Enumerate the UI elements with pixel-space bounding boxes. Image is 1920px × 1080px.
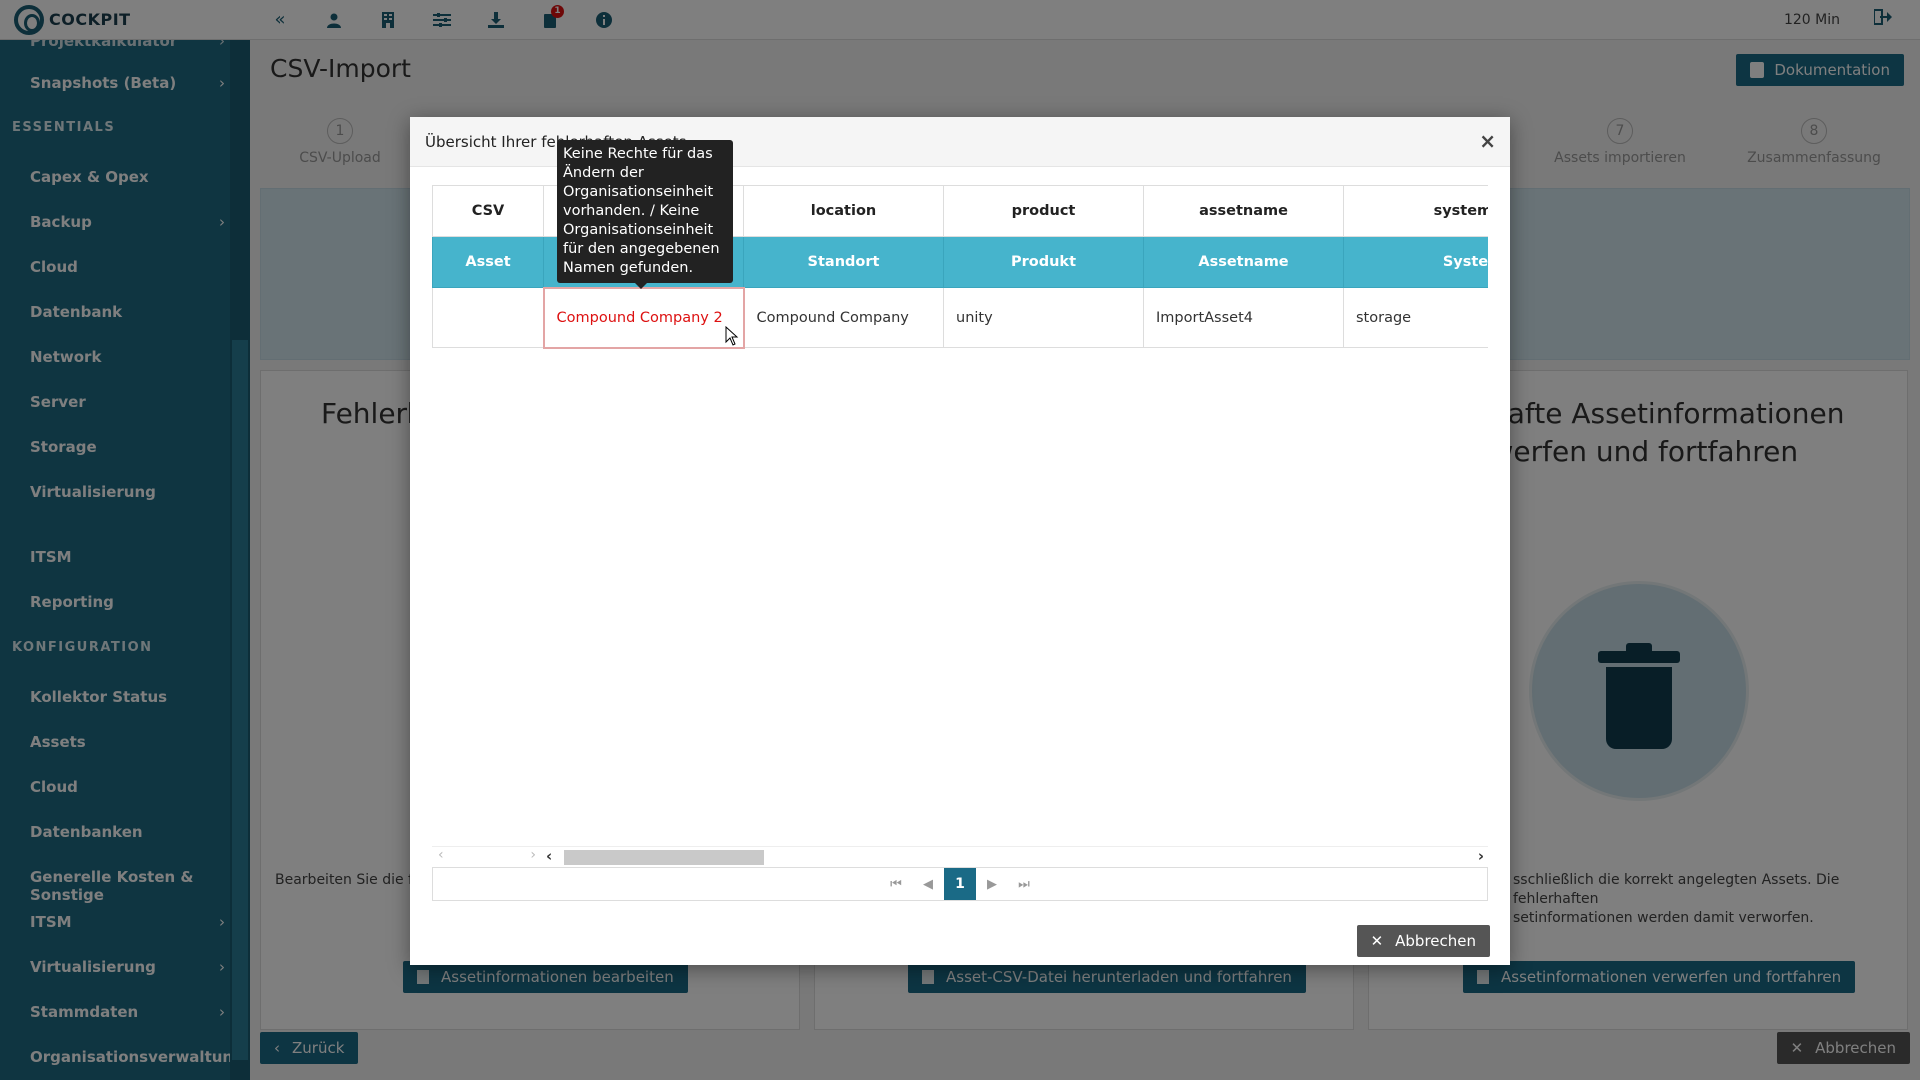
scroll-right-icon[interactable]: ›	[530, 847, 536, 867]
next-page-button[interactable]: ▶	[976, 868, 1008, 900]
column-label: Asset	[432, 236, 544, 288]
table-cell[interactable]: ImportAsset4	[1143, 287, 1344, 348]
scroll-track[interactable]: ‹ ›	[542, 847, 1488, 867]
modal-cancel-button[interactable]: ✕ Abbrechen	[1356, 925, 1490, 957]
error-tooltip: Keine Rechte für das Ändern der Organisa…	[557, 140, 733, 289]
column-header[interactable]: assetname	[1143, 185, 1344, 237]
mouse-cursor-icon	[725, 326, 739, 346]
first-page-button[interactable]: ⏮	[880, 868, 912, 900]
table-row: Compound Company 2 Compound Company unit…	[432, 286, 1488, 349]
frozen-scrollbar[interactable]: ‹ ›	[432, 847, 542, 867]
table-cell[interactable]: unity	[943, 287, 1144, 348]
scroll-thumb[interactable]	[564, 850, 764, 865]
table-cell[interactable]: storage	[1343, 287, 1488, 348]
horizontal-scrollbar[interactable]: ‹ › ‹ ›	[432, 846, 1488, 866]
scroll-left-icon[interactable]: ‹	[438, 847, 444, 867]
column-label: Produkt	[943, 236, 1144, 288]
last-page-button[interactable]: ⏭	[1008, 868, 1040, 900]
table-cell[interactable]	[432, 287, 544, 348]
scroll-right-arrow[interactable]: ›	[1478, 847, 1484, 865]
column-header[interactable]: CSV	[432, 185, 544, 237]
scroll-left-arrow[interactable]: ‹	[546, 847, 552, 865]
column-header[interactable]: location	[743, 185, 944, 237]
prev-page-button[interactable]: ◀	[912, 868, 944, 900]
error-cell[interactable]: Compound Company 2	[542, 286, 745, 349]
pagination: ⏮ ◀ 1 ▶ ⏭	[432, 867, 1488, 901]
column-label: Standort	[743, 236, 944, 288]
column-header[interactable]: systemType	[1343, 185, 1488, 237]
column-label: Assetname	[1143, 236, 1344, 288]
column-label: Systemtyp	[1343, 236, 1488, 288]
table-cell[interactable]: Compound Company	[743, 287, 944, 348]
column-header[interactable]: product	[943, 185, 1144, 237]
page-button-current[interactable]: 1	[944, 868, 976, 900]
close-icon: ✕	[1370, 932, 1384, 950]
close-icon[interactable]: ×	[1479, 129, 1496, 153]
